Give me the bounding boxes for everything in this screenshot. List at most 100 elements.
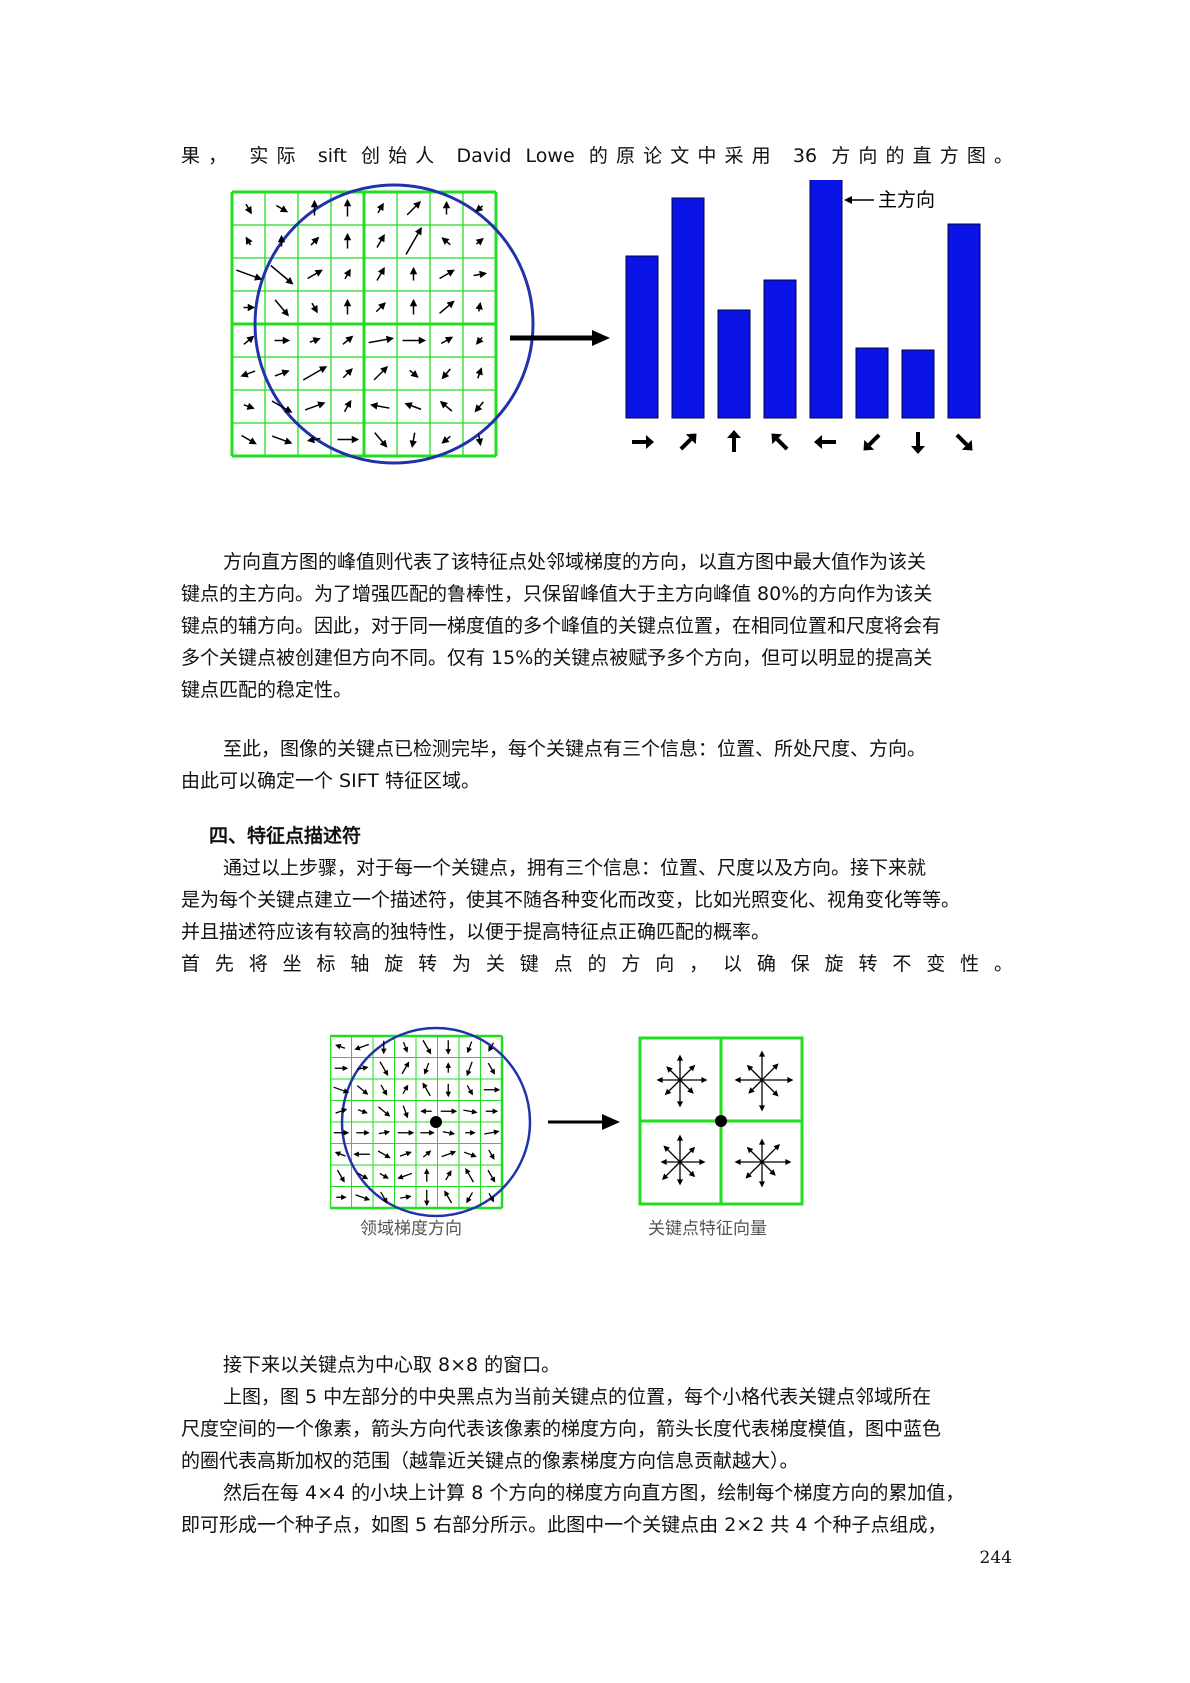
gradient-arrow (487, 1169, 496, 1183)
histogram-bar (763, 279, 797, 419)
gradient-arrow (483, 1086, 501, 1093)
gradient-arrow (409, 298, 418, 315)
gradient-arrow (342, 335, 354, 345)
gradient-arrow (404, 402, 422, 410)
paragraph-2: 至此，图像的关键点已检测完毕，每个关键点有三个信息：位置、所处尺度、方向。 由此… (181, 733, 1013, 797)
gradient-arrow (376, 266, 385, 281)
gradient-arrow (422, 1039, 432, 1055)
gradient-arrow (402, 1084, 409, 1094)
histogram-bars (625, 180, 981, 419)
gradient-arrow (343, 298, 352, 315)
gradient-grid-figure (230, 183, 535, 465)
main-direction-annotation: 主方向 (844, 189, 935, 211)
page-number: 244 (979, 1548, 1012, 1568)
gradient-arrow (488, 1149, 495, 1160)
gradient-arrow (309, 337, 321, 345)
arrow-down-left-icon (863, 433, 881, 451)
document-page: 果， 实际 sift 创始人 David Lowe 的原论文中采用 36 方向的… (0, 0, 1190, 1683)
histogram-bar (947, 223, 981, 419)
gradient-arrow (304, 401, 326, 411)
arrow-down-right-icon (955, 433, 973, 451)
gradient-arrow (236, 269, 263, 281)
neighborhood-gradient-figure (330, 1026, 532, 1218)
gradient-arrow (333, 1086, 350, 1094)
gradient-arrow (343, 399, 352, 413)
gradient-arrow (409, 432, 417, 449)
text-line: 多个关键点被创建但方向不同。仅有 15%的关键点被赋予多个方向，但可以明显的提高… (181, 647, 933, 669)
gradient-arrow (310, 236, 320, 246)
gradient-arrow (244, 203, 252, 215)
gradient-arrow (465, 1129, 476, 1136)
gradient-arrow (271, 435, 293, 445)
text-line: 接下来以关键点为中心取 8×8 的窗口。 (223, 1354, 561, 1376)
gradient-arrow (307, 269, 323, 280)
gradient-arrow (241, 434, 257, 445)
gradient-arrow (466, 1041, 473, 1054)
gradient-arrow (466, 1192, 474, 1204)
gradient-arrow (275, 204, 289, 213)
gradient-arrow (441, 435, 451, 444)
gradient-arrow (487, 1062, 495, 1075)
gradient-arrow (334, 1151, 346, 1157)
arrow-down-icon (911, 432, 925, 454)
keypoint-feature-vector-figure (638, 1036, 804, 1206)
text-line: 键点的主方向。为了增强匹配的鲁棒性，只保留峰值大于主方向峰值 80%的方向作为该… (181, 583, 933, 605)
gradient-arrow (409, 369, 419, 378)
gradient-arrow (343, 198, 352, 217)
histogram-bar (717, 309, 751, 419)
gradient-arrow (473, 270, 488, 279)
gradient-arrow (374, 432, 388, 448)
histogram-bar (809, 180, 843, 419)
gradient-arrow (397, 1129, 415, 1136)
text-line: 然后在每 4×4 的小块上计算 8 个方向的梯度方向直方图，绘制每个梯度方向的累… (223, 1482, 965, 1504)
gradient-arrow (484, 1129, 500, 1136)
histogram-bar (625, 255, 659, 419)
text-line: 由此可以确定一个 SIFT 特征区域。 (181, 770, 480, 792)
gradient-arrow (357, 1108, 368, 1115)
gradient-arrow (465, 1167, 475, 1183)
text-line: 键点匹配的稳定性。 (181, 679, 353, 701)
keypoint-dot (715, 1115, 727, 1127)
gradient-arrow (466, 1085, 473, 1096)
gradient-arrow (475, 204, 484, 213)
paragraph-4: 接下来以关键点为中心取 8×8 的窗口。 (181, 1349, 1013, 1381)
histogram-bar (901, 349, 935, 419)
gradient-arrow (270, 264, 294, 285)
gradient-arrow (445, 1040, 452, 1055)
gradient-arrow (240, 370, 256, 378)
gradient-arrow (422, 1082, 431, 1097)
gradient-arrow (466, 1061, 473, 1077)
gradient-arrow (423, 1062, 430, 1075)
gradient-arrow (441, 1150, 457, 1158)
paragraph-5: 上图，图 5 中左部分的中央黑点为当前关键点的位置，每个小格代表关键点邻域所在 … (181, 1381, 1013, 1477)
arrow-right-icon (632, 435, 654, 449)
gradient-arrow (342, 368, 353, 379)
gradient-arrow (336, 1169, 345, 1183)
text-line: 是为每个关键点建立一个描述符，使其不随各种变化而改变，比如光照变化、视角变化等等… (181, 889, 961, 911)
gradient-arrow (439, 300, 455, 314)
gradient-arrow (475, 301, 483, 312)
transform-arrow (548, 1114, 620, 1130)
gradient-arrow (400, 1194, 412, 1200)
gradient-arrow (399, 1151, 412, 1157)
text-line-rotate: 首先将坐标轴旋转为关键点的方向，以确保旋转不变性。 (181, 953, 1013, 975)
gradient-arrow (475, 336, 484, 345)
gradient-arrow (420, 1129, 435, 1136)
text-line: 通过以上步骤，对于每一个关键点，拥有三个信息：位置、尺度以及方向。接下来就 (223, 857, 927, 879)
gradient-arrow (474, 401, 484, 413)
gradient-arrow (356, 1085, 369, 1095)
gradient-arrow (420, 1108, 432, 1115)
gradient-arrow (444, 1190, 453, 1204)
gradient-arrow (333, 1129, 350, 1136)
gradient-arrow (445, 1170, 452, 1181)
gradient-arrow (405, 227, 422, 255)
gradient-arrow (402, 336, 427, 345)
gradient-arrow (373, 365, 389, 381)
bin-direction-icons (632, 430, 973, 454)
gradient-arrow (475, 237, 484, 246)
gradient-arrow (243, 303, 256, 312)
gradient-arrow (380, 1084, 388, 1096)
gradient-arrow (271, 400, 293, 413)
gradient-arrow (439, 269, 455, 280)
gradient-arrow (445, 1062, 452, 1073)
